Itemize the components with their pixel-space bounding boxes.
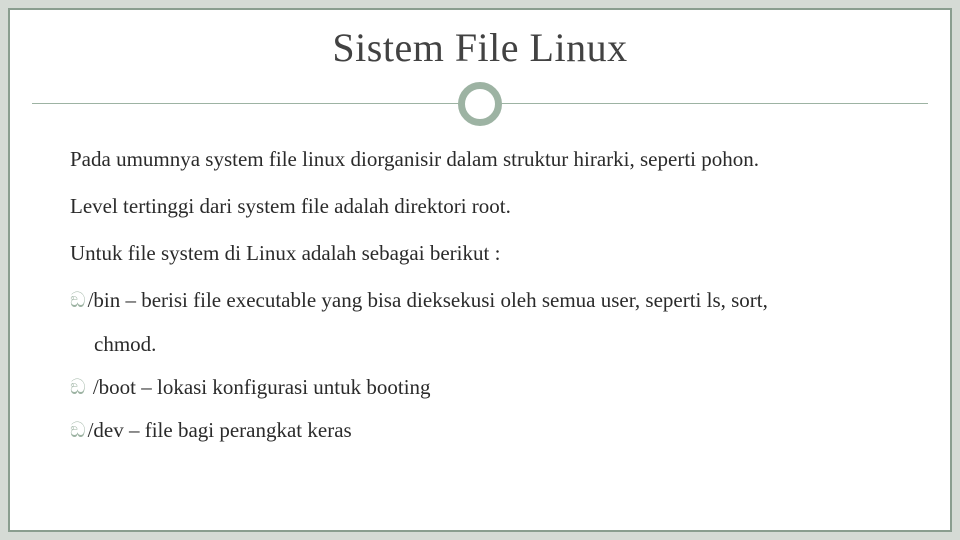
bullet-icon: ඞ — [70, 289, 86, 312]
slide-frame: Sistem File Linux Pada umumnya system fi… — [8, 8, 952, 532]
divider-circle-icon — [458, 82, 502, 126]
paragraph-list-intro: Untuk file system di Linux adalah sebaga… — [70, 231, 890, 276]
paragraph-root: Level tertinggi dari system file adalah … — [70, 184, 890, 229]
slide-body: Pada umumnya system file linux diorganis… — [10, 129, 950, 453]
bullet-icon: ඞ — [70, 376, 86, 399]
bullet-bin-text: /bin – berisi file executable yang bisa … — [88, 288, 768, 312]
bullet-boot-text: /boot – lokasi konfigurasi untuk booting — [88, 375, 431, 399]
title-divider — [10, 79, 950, 129]
bullet-dev: ඞ/dev – file bagi perangkat keras — [70, 408, 890, 453]
bullet-bin: ඞ/bin – berisi file executable yang bisa… — [70, 278, 890, 323]
bullet-icon: ඞ — [70, 419, 86, 442]
slide-title: Sistem File Linux — [10, 24, 950, 71]
bullet-bin-cont: chmod. — [70, 322, 890, 367]
bullet-boot: ඞ /boot – lokasi konfigurasi untuk booti… — [70, 365, 890, 410]
bullet-dev-text: /dev – file bagi perangkat keras — [88, 418, 352, 442]
paragraph-intro: Pada umumnya system file linux diorganis… — [70, 137, 890, 182]
